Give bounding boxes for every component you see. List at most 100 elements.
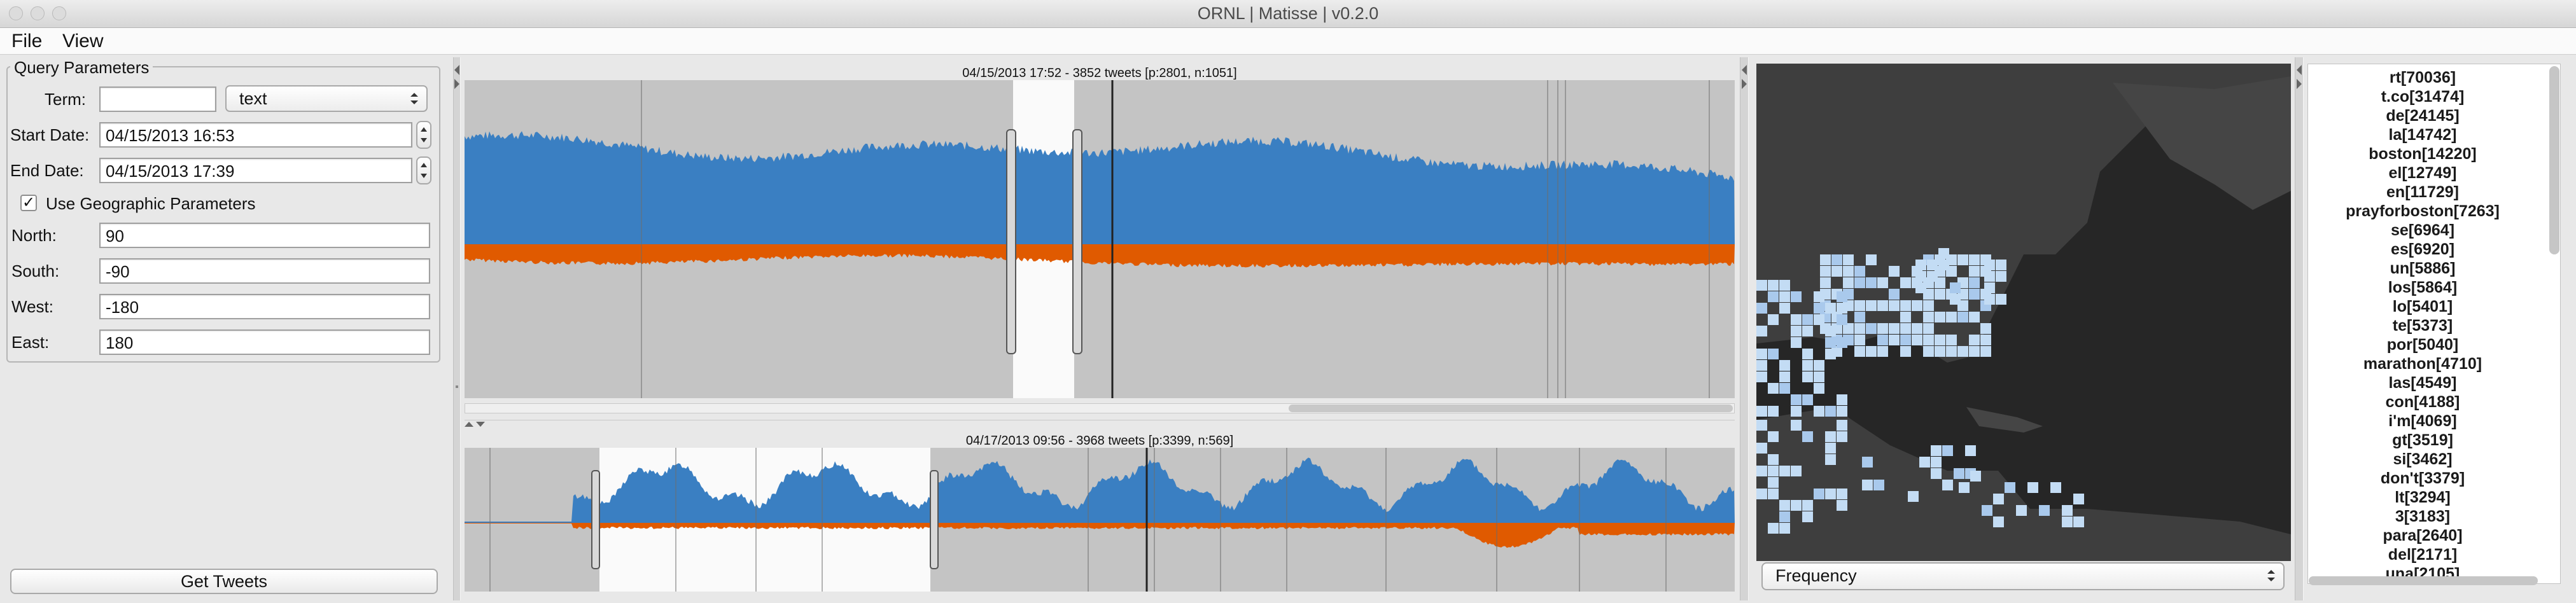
expand-right-icon[interactable]	[454, 79, 459, 89]
selection-handle-left[interactable]	[1006, 129, 1016, 354]
bottom-timeline-canvas[interactable]	[465, 448, 1735, 592]
middle-split-divider[interactable]	[1740, 57, 1749, 600]
word-frequency-item[interactable]: es[6920]	[2308, 240, 2537, 259]
tweet-density-cell	[1779, 523, 1790, 534]
tweet-density-cell	[1923, 300, 1934, 311]
map-aggregation-select[interactable]: Frequency	[1761, 562, 2285, 590]
top-timeline-scrollbar[interactable]	[465, 403, 1735, 413]
word-frequency-item[interactable]: don't[3379]	[2308, 469, 2537, 488]
top-timeline-chart[interactable]	[465, 80, 1735, 398]
tweet-density-cell	[1980, 323, 1991, 334]
word-frequency-item[interactable]: gt[3519]	[2308, 431, 2537, 450]
tweet-density-cell	[1854, 300, 1865, 311]
tweet-density-cell	[1820, 277, 1831, 288]
word-frequency-item[interactable]: lo[5401]	[2308, 297, 2537, 316]
tweet-density-cell	[1862, 480, 1873, 490]
word-frequency-item[interactable]: rt[70036]	[2308, 68, 2537, 87]
collapse-left-icon[interactable]	[454, 65, 459, 75]
tweet-density-cell	[1825, 431, 1836, 442]
word-frequency-item[interactable]: te[5373]	[2308, 316, 2537, 335]
left-split-divider[interactable]	[453, 57, 461, 600]
term-type-select[interactable]: text	[225, 85, 428, 112]
end-date-input[interactable]: 04/15/2013 17:39	[99, 158, 412, 183]
top-timeline-canvas[interactable]	[465, 80, 1735, 398]
word-frequency-item[interactable]: para[2640]	[2308, 526, 2537, 545]
tweet-density-cell	[1919, 457, 1930, 468]
word-frequency-item[interactable]: un[5886]	[2308, 259, 2537, 278]
word-frequency-item[interactable]: se[6964]	[2308, 221, 2537, 240]
word-frequency-item[interactable]: por[5040]	[2308, 335, 2537, 354]
west-input[interactable]: -180	[99, 294, 430, 319]
word-frequency-item[interactable]: los[5864]	[2308, 278, 2537, 297]
tweet-density-cell	[1969, 312, 1980, 322]
term-input[interactable]	[99, 87, 216, 112]
get-tweets-button[interactable]: Get Tweets	[10, 569, 438, 594]
tweet-density-cell	[1935, 312, 1945, 322]
horizontal-split-divider[interactable]	[465, 420, 1735, 427]
tweet-density-cell	[1756, 406, 1767, 417]
tweet-density-cell	[1768, 454, 1779, 465]
tweet-density-cell	[1965, 445, 1976, 456]
collapse-up-icon[interactable]	[465, 422, 473, 427]
start-date-spinner[interactable]	[416, 121, 431, 149]
selection-handle-left[interactable]	[591, 470, 600, 569]
word-frequency-item[interactable]: si[3462]	[2308, 450, 2537, 469]
selection-handle-right[interactable]	[1072, 129, 1082, 354]
tweet-density-cell	[2039, 505, 2050, 516]
menu-file[interactable]: File	[11, 29, 42, 53]
tweet-density-cell	[1970, 471, 1981, 482]
bottom-timeline-chart[interactable]	[465, 448, 1735, 592]
map-aggregation-value: Frequency	[1775, 566, 1857, 585]
word-frequency-item[interactable]: en[11729]	[2308, 183, 2537, 202]
expand-right-icon[interactable]	[1742, 79, 1747, 89]
tweet-map[interactable]	[1756, 64, 2291, 561]
word-frequency-item[interactable]: del[2171]	[2308, 545, 2537, 564]
word-frequency-panel[interactable]: rt[70036] t.co[31474] de[24145] la[14742] bo…	[2307, 64, 2561, 584]
tweet-density-cell	[1969, 266, 1980, 277]
south-input[interactable]: -90	[99, 258, 430, 284]
tweet-density-cell	[1756, 349, 1767, 359]
tweet-density-cell	[1791, 420, 1802, 431]
right-split-divider[interactable]	[2295, 57, 2304, 600]
word-frequency-item[interactable]: marathon[4710]	[2308, 354, 2537, 373]
menu-view[interactable]: View	[62, 29, 103, 53]
word-list-vertical-scrollbar[interactable]	[2549, 66, 2559, 254]
word-frequency-item[interactable]: lt[3294]	[2308, 488, 2537, 507]
word-frequency-item[interactable]: el[12749]	[2308, 163, 2537, 183]
bottom-timeline-caption: 04/17/2013 09:56 - 3968 tweets [p:3399, …	[965, 434, 1234, 448]
word-frequency-item[interactable]: t.co[31474]	[2308, 87, 2537, 106]
collapse-left-icon[interactable]	[1742, 65, 1747, 75]
north-input[interactable]: 90	[99, 223, 430, 248]
expand-down-icon[interactable]	[476, 422, 485, 427]
tweet-density-cell	[1915, 282, 1926, 293]
end-date-spinner[interactable]	[416, 156, 431, 184]
collapse-left-icon[interactable]	[2297, 65, 2302, 75]
tweet-density-cell	[1802, 500, 1813, 511]
selection-handle-right[interactable]	[930, 470, 939, 569]
word-frequency-item[interactable]: boston[14220]	[2308, 144, 2537, 163]
word-frequency-item[interactable]: la[14742]	[2308, 125, 2537, 144]
tweet-density-cell	[1779, 360, 1790, 371]
word-frequency-item[interactable]: con[4188]	[2308, 392, 2537, 412]
south-label: South:	[11, 261, 60, 281]
word-list-horizontal-scrollbar[interactable]	[2309, 576, 2538, 585]
start-date-input[interactable]: 04/15/2013 16:53	[99, 122, 412, 148]
tweet-density-cell	[1825, 454, 1836, 465]
tweet-density-cell	[1950, 294, 1961, 305]
top-timeline-scroll-thumb[interactable]	[1289, 405, 1733, 412]
word-frequency-item[interactable]: las[4549]	[2308, 373, 2537, 392]
east-input[interactable]: 180	[99, 329, 430, 355]
expand-right-icon[interactable]	[2297, 79, 2302, 89]
tweet-density-cell	[1957, 346, 1968, 357]
start-date-label: Start Date:	[10, 125, 90, 144]
word-frequency-item[interactable]: 3[3183]	[2308, 507, 2537, 526]
map-canvas[interactable]	[1756, 64, 2291, 561]
word-frequency-item[interactable]: prayforboston[7263]	[2308, 202, 2537, 221]
word-frequency-item[interactable]: i'm[4069]	[2308, 412, 2537, 431]
tweet-density-cell	[1984, 282, 1995, 293]
word-frequency-item[interactable]: de[24145]	[2308, 106, 2537, 125]
tweet-density-cell	[1900, 300, 1911, 311]
tweet-density-cell	[1837, 406, 1847, 417]
tweet-density-cell	[1837, 420, 1847, 431]
use-geographic-checkbox[interactable]: ✓	[20, 195, 37, 211]
